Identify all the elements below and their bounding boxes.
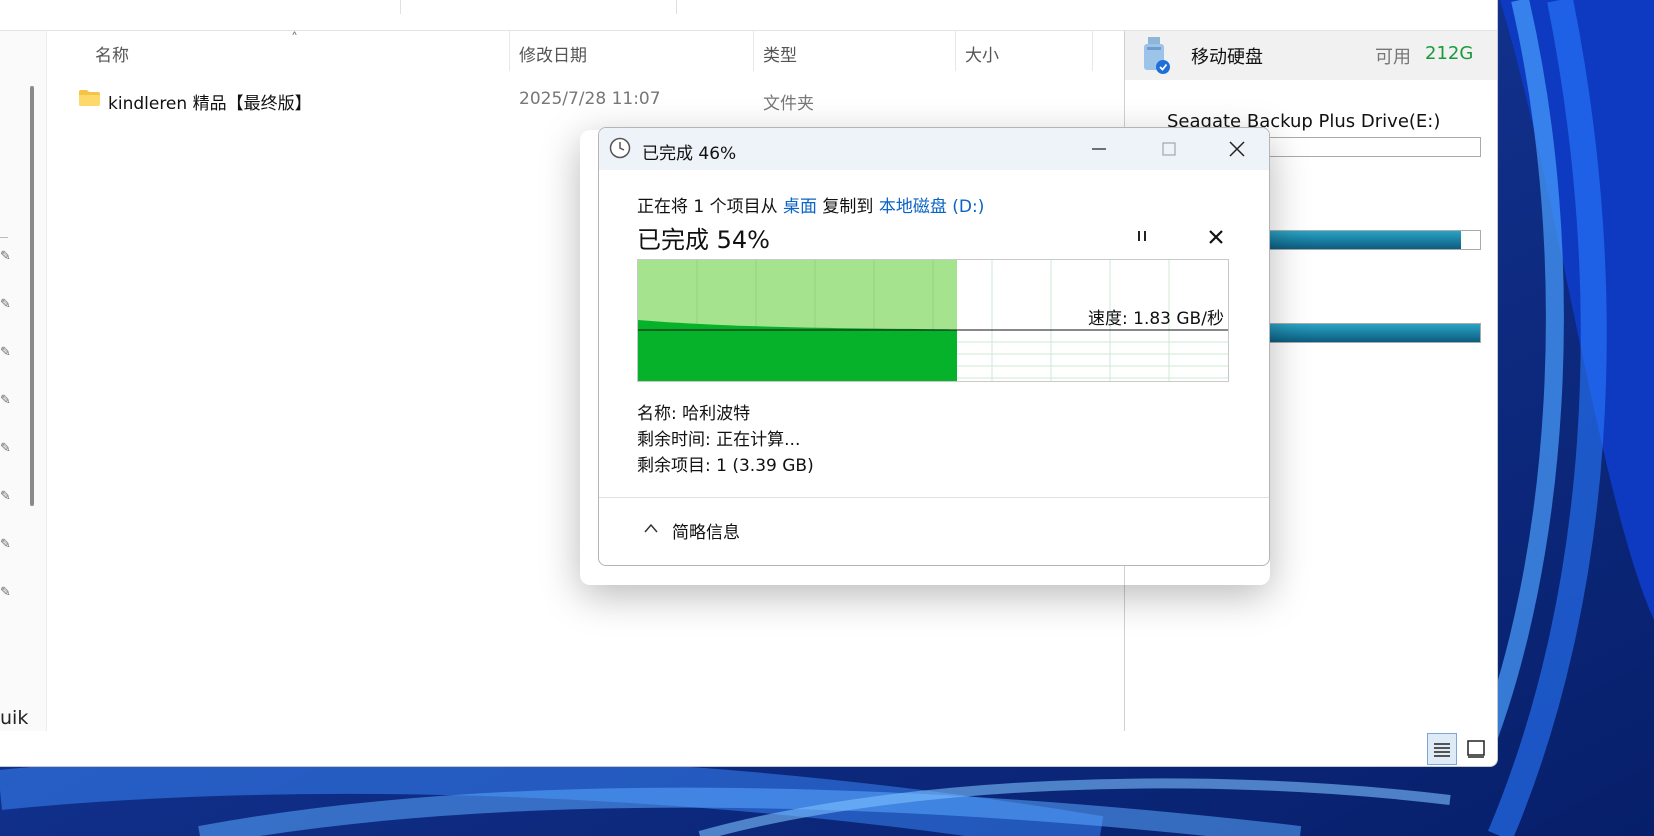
remaining-time: 剩余时间: 正在计算... <box>637 430 801 450</box>
destination-link[interactable]: 本地磁盘 (D:) <box>879 197 985 217</box>
column-separator[interactable] <box>1092 31 1093 71</box>
table-row[interactable]: kindleren 精品【最终版】 2025/7/28 11:07 文件夹 <box>47 83 1107 117</box>
pin-icon[interactable]: ✎ <box>0 298 14 312</box>
pause-icon[interactable] <box>1129 222 1155 250</box>
transfer-speed: 速度: 1.83 GB/秒 <box>1088 309 1224 329</box>
column-header-modified[interactable]: 修改日期 <box>519 41 587 66</box>
preview-view-icon[interactable] <box>1461 733 1491 765</box>
item-name: 名称: 哈利波特 <box>637 404 751 424</box>
dialog-titlebar[interactable]: 已完成 46% <box>599 128 1269 170</box>
pin-icon[interactable]: ✎ <box>0 538 14 552</box>
dialog-title: 已完成 46% <box>642 144 737 164</box>
file-type: 文件夹 <box>763 94 814 114</box>
copy-description-prefix: 正在将 1 个项目从 <box>637 197 784 217</box>
column-separator[interactable] <box>509 31 510 71</box>
file-name: kindleren 精品【最终版】 <box>108 94 312 114</box>
copy-description-mid: 复制到 <box>817 197 879 217</box>
sort-ascending-icon: ˄ <box>291 31 298 47</box>
drive-header: 移动硬盘 可用 212G <box>1125 31 1497 80</box>
column-header-type[interactable]: 类型 <box>763 41 797 66</box>
details-view-icon[interactable] <box>1427 733 1457 765</box>
dialog-divider <box>599 497 1269 498</box>
column-header-name[interactable]: 名称 <box>95 41 129 66</box>
toolbar-separator <box>676 0 677 14</box>
copy-progress-dialog: 已完成 46% 正在将 1 个项目从 桌面 复制到 本地磁盘 (D:) 已完成 … <box>598 127 1270 566</box>
view-toggle-group <box>1425 733 1495 765</box>
usb-drive-icon <box>1144 37 1170 74</box>
minimize-icon[interactable] <box>1079 134 1119 164</box>
pin-icon[interactable]: ✎ <box>0 442 14 456</box>
column-separator[interactable] <box>753 31 754 71</box>
clock-icon <box>609 137 631 159</box>
copy-description: 正在将 1 个项目从 桌面 复制到 本地磁盘 (D:) <box>637 192 984 217</box>
transfer-speed-graph: 速度: 1.83 GB/秒 <box>637 259 1229 382</box>
free-space-label: 可用 <box>1375 47 1411 68</box>
nav-scrollbar[interactable] <box>30 86 34 506</box>
column-header-size[interactable]: 大小 <box>965 41 999 66</box>
close-icon[interactable] <box>1217 134 1257 164</box>
nav-divider <box>0 237 8 238</box>
pin-icon[interactable]: ✎ <box>0 490 14 504</box>
navigation-pane: ✎ ✎ ✎ ✎ ✎ ✎ ✎ ✎ uik <box>0 31 47 731</box>
speed-history-area <box>638 320 957 381</box>
pin-icon[interactable]: ✎ <box>0 250 14 264</box>
source-link[interactable]: 桌面 <box>783 197 817 217</box>
toolbar-separator <box>400 0 401 14</box>
file-modified: 2025/7/28 11:07 <box>519 89 661 109</box>
free-space-value: 212G <box>1425 43 1474 64</box>
nav-item-label[interactable]: uik <box>0 707 28 729</box>
pin-icon[interactable]: ✎ <box>0 586 14 600</box>
column-separator[interactable] <box>955 31 956 71</box>
maximize-icon[interactable] <box>1149 134 1189 164</box>
toolbar <box>0 0 1497 31</box>
drive-title: 移动硬盘 <box>1191 47 1263 68</box>
cancel-copy-icon[interactable] <box>1203 222 1229 250</box>
pin-icon[interactable]: ✎ <box>0 346 14 360</box>
chevron-up-icon <box>644 523 658 533</box>
pin-icon[interactable]: ✎ <box>0 394 14 408</box>
folder-icon <box>79 90 100 106</box>
less-details-label: 简略信息 <box>672 523 740 543</box>
remaining-items: 剩余项目: 1 (3.39 GB) <box>637 456 814 476</box>
percent-complete: 已完成 54% <box>637 226 770 254</box>
